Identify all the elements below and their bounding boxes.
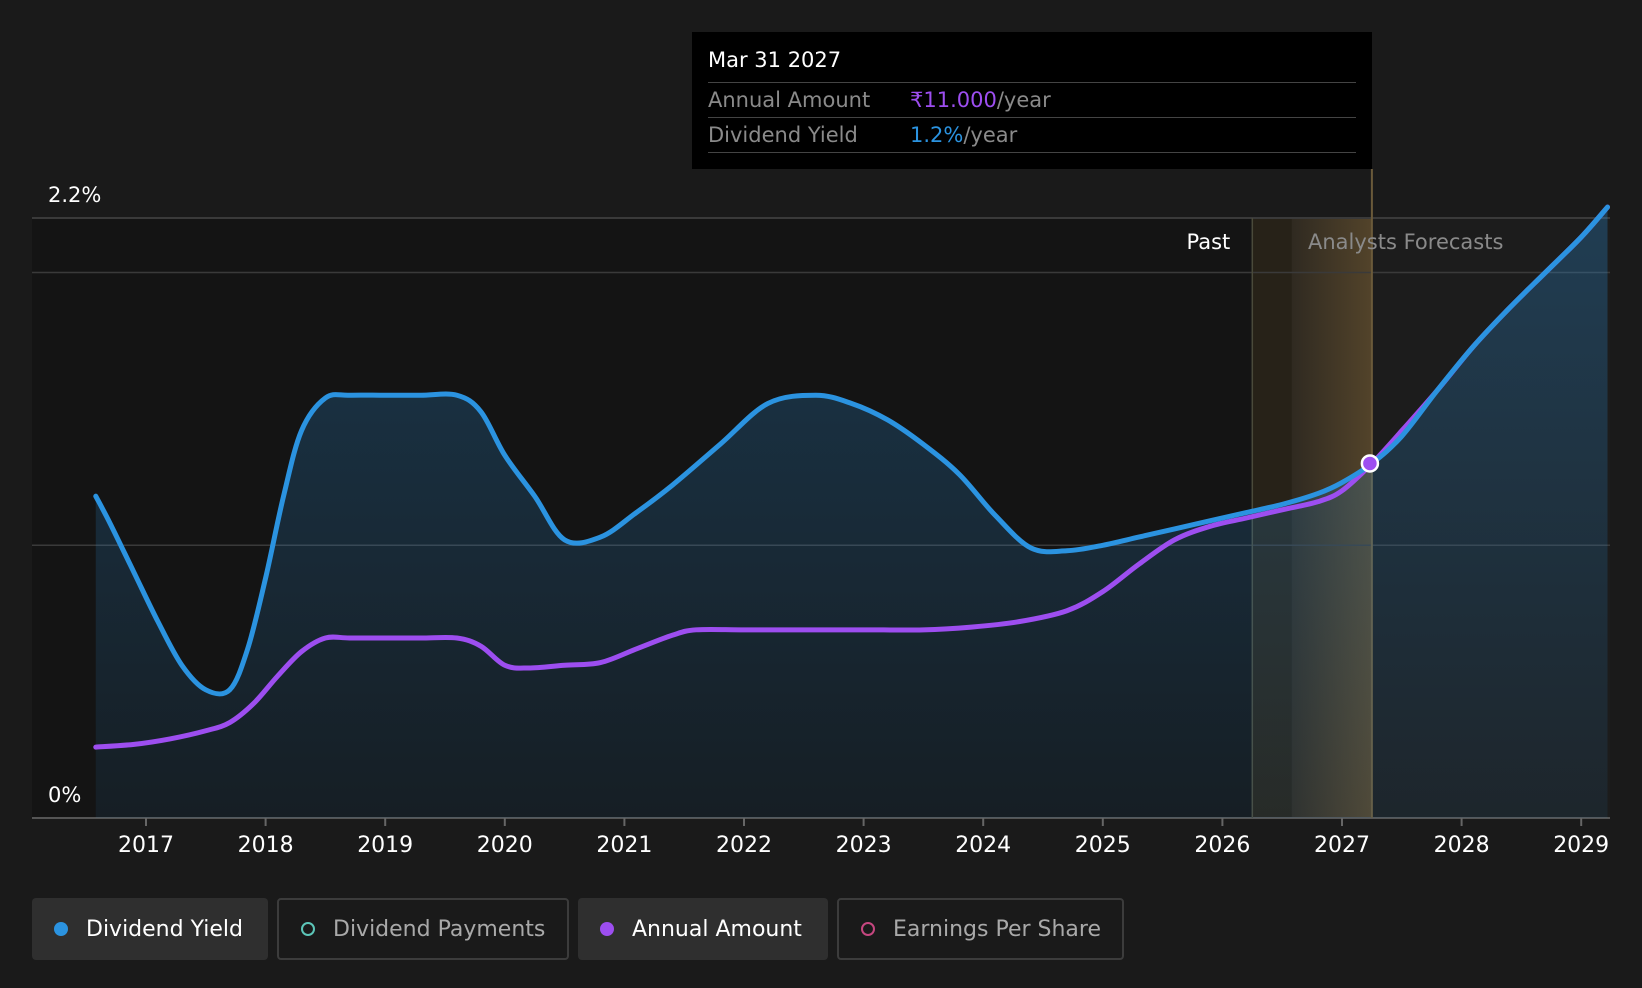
x-tick-label: 2029 <box>1553 833 1609 858</box>
legend-label: Earnings Per Share <box>893 916 1102 942</box>
tooltip-label: Annual Amount <box>708 88 871 112</box>
legend-dividend-payments[interactable]: Dividend Payments <box>277 898 569 960</box>
tooltip-row-dividend-yield: Dividend Yield 1.2% /year <box>708 118 1356 153</box>
x-tick-label: 2027 <box>1314 833 1370 858</box>
past-label: Past <box>1187 230 1231 254</box>
highlight-point <box>1360 454 1380 473</box>
x-tick-label: 2018 <box>238 833 294 858</box>
hollow-dot-icon <box>861 922 875 936</box>
legend-annual-amount[interactable]: Annual Amount <box>578 898 828 960</box>
x-tick-label: 2028 <box>1434 833 1490 858</box>
filled-dot-icon <box>54 922 68 936</box>
legend-label: Dividend Payments <box>333 916 546 942</box>
hollow-dot-icon <box>301 922 315 936</box>
y-tick-label-top: 2.2% <box>48 183 101 207</box>
tooltip-label: Dividend Yield <box>708 123 858 147</box>
forecast-label: Analysts Forecasts <box>1308 230 1503 254</box>
x-tick-label: 2022 <box>716 833 772 858</box>
x-tick-label: 2021 <box>596 833 652 858</box>
tooltip-unit: /year <box>996 88 1051 112</box>
x-tick-label: 2024 <box>955 833 1011 858</box>
x-tick-label: 2023 <box>836 833 892 858</box>
legend-label: Dividend Yield <box>86 916 243 942</box>
tooltip-row-annual-amount: Annual Amount ₹11.000 /year <box>708 83 1356 118</box>
y-tick-label-bottom: 0% <box>48 783 81 807</box>
tooltip-value: 1.2% <box>910 123 964 147</box>
x-tick-label: 2019 <box>357 833 413 858</box>
x-tick-label: 2025 <box>1075 833 1131 858</box>
tooltip-date: Mar 31 2027 <box>708 46 1356 83</box>
legend-label: Annual Amount <box>632 916 802 942</box>
tooltip-value: ₹11.000 <box>910 88 997 112</box>
tooltip-unit: /year <box>963 123 1018 147</box>
legend-earnings-per-share[interactable]: Earnings Per Share <box>837 898 1124 960</box>
filled-dot-icon <box>600 922 614 936</box>
chart-tooltip: Mar 31 2027 Annual Amount ₹11.000 /year … <box>692 32 1372 169</box>
x-tick-label: 2020 <box>477 833 533 858</box>
x-tick-label: 2026 <box>1194 833 1250 858</box>
legend-dividend-yield[interactable]: Dividend Yield <box>32 898 268 960</box>
x-tick-label: 2017 <box>118 833 174 858</box>
